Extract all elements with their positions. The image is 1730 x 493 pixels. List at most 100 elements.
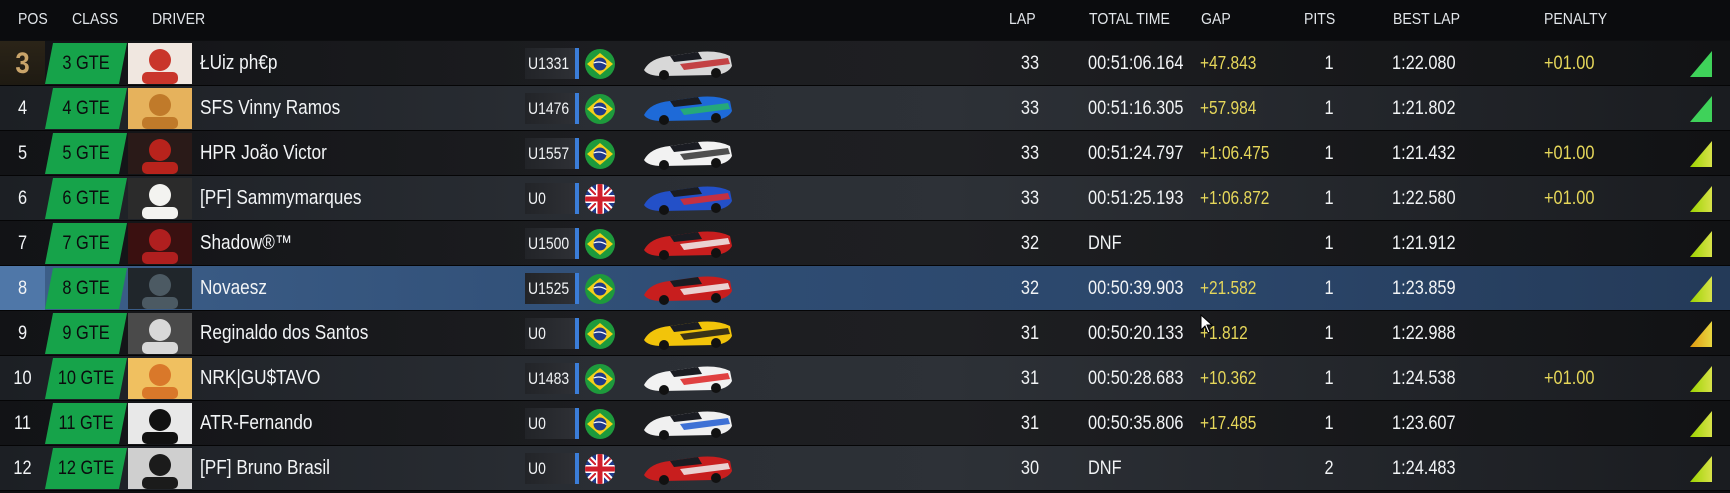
penalty-value: +01.00 bbox=[1544, 53, 1595, 74]
lap-count: 31 bbox=[1020, 413, 1040, 434]
car-number-badge: U0 bbox=[525, 408, 579, 439]
uk-flag-icon bbox=[585, 184, 615, 214]
table-row[interactable]: 11 11 GTE ATR-Fernando U0 31 00:50:35.80… bbox=[0, 401, 1730, 446]
best-lap-time: 1:23.607 bbox=[1392, 413, 1456, 434]
driver-name[interactable]: Reginaldo dos Santos bbox=[200, 311, 368, 356]
car-number: U0 bbox=[528, 459, 546, 478]
car-livery-icon bbox=[640, 359, 736, 398]
header-penalty[interactable]: PENALTY bbox=[1544, 0, 1607, 40]
lime-icon bbox=[1690, 366, 1712, 392]
lap-count: 33 bbox=[1020, 98, 1040, 119]
car-livery-icon bbox=[640, 224, 736, 263]
driver-avatar bbox=[128, 313, 192, 354]
best-lap-time: 1:23.859 bbox=[1392, 278, 1456, 299]
table-row[interactable]: 4 4 GTE SFS Vinny Ramos U1476 33 00:51:1… bbox=[0, 86, 1730, 131]
driver-name[interactable]: ATR-Fernando bbox=[200, 401, 312, 446]
position-number: 7 bbox=[17, 233, 28, 254]
car-number-badge: U1476 bbox=[525, 93, 579, 124]
lap-count: 32 bbox=[1020, 233, 1040, 254]
pit-count: 1 bbox=[1324, 278, 1334, 299]
gap-value: +1:06.872 bbox=[1200, 188, 1270, 208]
driver-name[interactable]: Shadow®™ bbox=[200, 221, 292, 266]
class-badge: 6 GTE bbox=[45, 178, 127, 219]
driver-avatar bbox=[128, 133, 192, 174]
lap-count: 33 bbox=[1020, 188, 1040, 209]
driver-name[interactable]: [PF] Bruno Brasil bbox=[200, 446, 330, 491]
driver-name[interactable]: ŁUiz ph€p bbox=[200, 41, 277, 86]
class-badge: 11 GTE bbox=[45, 403, 127, 444]
total-time: 00:51:16.305 bbox=[1088, 98, 1184, 119]
green-icon bbox=[1690, 96, 1712, 122]
position-number: 8 bbox=[17, 278, 28, 299]
table-row[interactable]: 3 3 GTE ŁUiz ph€p U1331 33 00:51:06.164 … bbox=[0, 41, 1730, 86]
total-time: 00:50:35.806 bbox=[1088, 413, 1184, 434]
header-best-lap[interactable]: BEST LAP bbox=[1393, 0, 1460, 40]
total-time: 00:50:20.133 bbox=[1088, 323, 1184, 344]
table-row[interactable]: 7 7 GTE Shadow®™ U1500 32 DNF 1 1:21.912 bbox=[0, 221, 1730, 266]
pit-count: 1 bbox=[1324, 98, 1334, 119]
car-number-badge: U1331 bbox=[525, 48, 579, 79]
mouse-cursor-icon bbox=[1200, 314, 1214, 334]
car-number-badge: U1525 bbox=[525, 273, 579, 304]
header-lap[interactable]: LAP bbox=[1009, 0, 1036, 40]
table-row[interactable]: 10 10 GTE NRK|GU$TAVO U1483 31 00:50:28.… bbox=[0, 356, 1730, 401]
table-row[interactable]: 12 12 GTE [PF] Bruno Brasil U0 30 DNF 2 … bbox=[0, 446, 1730, 491]
class-label: 6 GTE bbox=[62, 188, 110, 209]
driver-name[interactable]: [PF] Sammymarques bbox=[200, 176, 362, 221]
pit-count: 1 bbox=[1324, 368, 1334, 389]
driver-name[interactable]: Novaesz bbox=[200, 266, 267, 311]
car-number: U1557 bbox=[528, 144, 570, 163]
car-livery-icon bbox=[640, 449, 736, 488]
header-pos[interactable]: POS bbox=[18, 0, 48, 40]
amber-icon bbox=[1690, 321, 1712, 347]
car-number-badge: U0 bbox=[525, 183, 579, 214]
car-number-badge: U1483 bbox=[525, 363, 579, 394]
class-label: 8 GTE bbox=[62, 278, 110, 299]
best-lap-time: 1:21.802 bbox=[1392, 98, 1456, 119]
lap-count: 33 bbox=[1020, 143, 1040, 164]
lime-icon bbox=[1690, 411, 1712, 437]
position-number: 9 bbox=[17, 323, 28, 344]
pit-count: 1 bbox=[1324, 413, 1334, 434]
best-lap-time: 1:21.432 bbox=[1392, 143, 1456, 164]
table-row[interactable]: 9 9 GTE Reginaldo dos Santos U0 31 00:50… bbox=[0, 311, 1730, 356]
header-pits[interactable]: PITS bbox=[1304, 0, 1335, 40]
header-class[interactable]: CLASS bbox=[72, 0, 118, 40]
lap-count: 32 bbox=[1020, 278, 1040, 299]
position-number: 3 bbox=[15, 47, 30, 80]
gap-value: +1:06.475 bbox=[1200, 143, 1270, 163]
brazil-flag-icon bbox=[585, 319, 615, 349]
class-label: 11 GTE bbox=[58, 413, 114, 434]
driver-name[interactable]: SFS Vinny Ramos bbox=[200, 86, 340, 131]
car-number: U1483 bbox=[528, 369, 570, 388]
driver-name[interactable]: HPR João Victor bbox=[200, 131, 327, 176]
car-number: U0 bbox=[528, 324, 546, 343]
pit-count: 1 bbox=[1324, 233, 1334, 254]
driver-avatar bbox=[128, 268, 192, 309]
brazil-flag-icon bbox=[585, 139, 615, 169]
lime-icon bbox=[1690, 276, 1712, 302]
green-icon bbox=[1690, 51, 1712, 77]
class-badge: 4 GTE bbox=[45, 88, 127, 129]
penalty-value: +01.00 bbox=[1544, 368, 1595, 389]
class-label: 10 GTE bbox=[57, 368, 115, 389]
header-total-time[interactable]: TOTAL TIME bbox=[1089, 0, 1170, 40]
class-label: 9 GTE bbox=[62, 323, 110, 344]
header-driver[interactable]: DRIVER bbox=[152, 0, 205, 40]
best-lap-time: 1:22.988 bbox=[1392, 323, 1456, 344]
total-time: 00:51:06.164 bbox=[1088, 53, 1184, 74]
gap-value: +10.362 bbox=[1200, 368, 1257, 388]
standings-table: 3 3 GTE ŁUiz ph€p U1331 33 00:51:06.164 … bbox=[0, 40, 1730, 492]
class-badge: 10 GTE bbox=[45, 358, 127, 399]
position-number: 11 bbox=[14, 413, 31, 434]
gap-value: +17.485 bbox=[1200, 413, 1257, 433]
car-number-badge: U0 bbox=[525, 453, 579, 484]
car-number: U0 bbox=[528, 189, 546, 208]
driver-name[interactable]: NRK|GU$TAVO bbox=[200, 356, 320, 401]
penalty-value: +01.00 bbox=[1544, 143, 1595, 164]
best-lap-time: 1:22.580 bbox=[1392, 188, 1456, 209]
table-row[interactable]: 5 5 GTE HPR João Victor U1557 33 00:51:2… bbox=[0, 131, 1730, 176]
table-row[interactable]: 8 8 GTE Novaesz U1525 32 00:50:39.903 +2… bbox=[0, 266, 1730, 311]
header-gap[interactable]: GAP bbox=[1201, 0, 1231, 40]
table-row[interactable]: 6 6 GTE [PF] Sammymarques U0 33 00:51:25… bbox=[0, 176, 1730, 221]
